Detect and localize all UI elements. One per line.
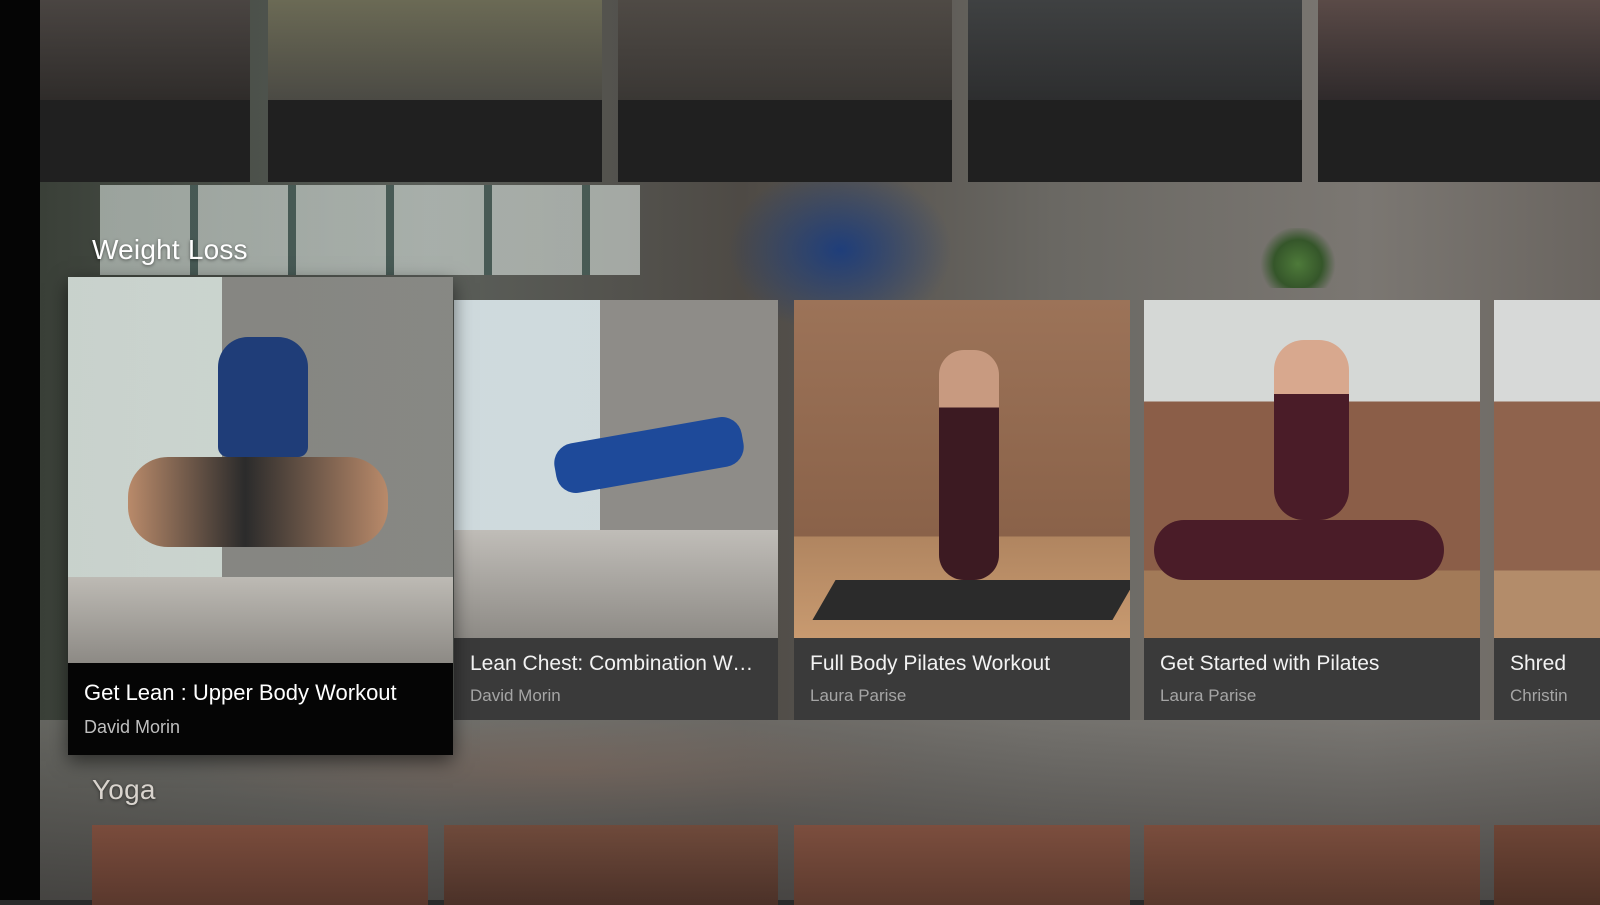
yoga-mat (812, 580, 1130, 620)
card-info (968, 100, 1302, 182)
workout-card-get-lean[interactable]: Get Lean : Upper Body Workout David Mori… (68, 277, 453, 755)
yoga-card-2[interactable] (444, 825, 778, 905)
card-previous-3[interactable] (618, 0, 952, 182)
card-previous-5[interactable] (1318, 0, 1600, 182)
workout-card-get-started-pilates[interactable]: Get Started with Pilates Laura Parise (1144, 300, 1480, 720)
card-title: Get Started with Pilates (1160, 652, 1380, 675)
card-title: Get Lean : Upper Body Workout (84, 680, 397, 705)
card-info (268, 100, 602, 182)
card-previous-1[interactable] (40, 0, 250, 182)
person-figure (1274, 340, 1349, 520)
workout-card-full-body-pilates[interactable]: Full Body Pilates Workout Laura Parise (794, 300, 1130, 720)
card-info (618, 100, 952, 182)
person-figure-legs (128, 457, 388, 547)
card-previous-2[interactable] (268, 0, 602, 182)
card-thumbnail (454, 300, 778, 638)
row-yoga: Yoga (40, 770, 1600, 905)
person-figure-legs (1154, 520, 1444, 580)
yoga-card-3[interactable] (794, 825, 1130, 905)
person-figure (218, 337, 308, 457)
person-figure (939, 350, 999, 580)
card-thumbnail (444, 825, 778, 905)
floor-shadow (454, 530, 778, 638)
card-thumbnail (1494, 825, 1600, 905)
card-info (1318, 100, 1600, 182)
row-weight-loss: Weight Loss Get Lean : Upper Body Workou… (40, 230, 1600, 755)
workout-card-lean-chest[interactable]: Lean Chest: Combination Work... David Mo… (454, 300, 778, 720)
card-author: David Morin (470, 686, 561, 705)
card-title: Shred (1510, 652, 1567, 675)
card-thumbnail (1494, 300, 1600, 638)
card-previous-4[interactable] (968, 0, 1302, 182)
card-thumbnail (794, 300, 1130, 638)
row-previous (40, 0, 1600, 182)
card-thumbnail (68, 277, 453, 663)
floor-shadow (68, 577, 453, 663)
card-info: Get Lean : Upper Body Workout David Mori… (68, 663, 453, 755)
card-author: Laura Parise (1160, 686, 1257, 705)
card-title: Lean Chest: Combination Work... (470, 652, 762, 675)
card-info: Shred Christin (1494, 638, 1600, 720)
card-info (40, 100, 250, 182)
card-thumbnail (794, 825, 1130, 905)
yoga-card-4[interactable] (1144, 825, 1480, 905)
card-author: David Morin (84, 717, 181, 737)
card-info: Get Started with Pilates Laura Parise (1144, 638, 1480, 720)
card-thumbnail (1318, 0, 1600, 100)
card-info: Lean Chest: Combination Work... David Mo… (454, 638, 778, 720)
card-thumbnail (40, 0, 250, 100)
card-author: Christin (1510, 686, 1568, 705)
card-author: Laura Parise (810, 686, 907, 705)
yoga-card-5[interactable] (1494, 825, 1600, 905)
card-thumbnail (92, 825, 428, 905)
row-title-weight-loss: Weight Loss (92, 234, 248, 265)
card-title: Full Body Pilates Workout (810, 652, 1051, 675)
yoga-card-1[interactable] (92, 825, 428, 905)
card-info: Full Body Pilates Workout Laura Parise (794, 638, 1130, 720)
row-title-yoga: Yoga (92, 774, 156, 805)
left-navigation-rail (0, 0, 40, 900)
card-thumbnail (618, 0, 952, 100)
card-thumbnail (968, 0, 1302, 100)
person-figure (551, 413, 747, 497)
card-thumbnail (1144, 825, 1480, 905)
card-thumbnail (268, 0, 602, 100)
card-thumbnail (1144, 300, 1480, 638)
workout-card-shred[interactable]: Shred Christin (1494, 300, 1600, 720)
